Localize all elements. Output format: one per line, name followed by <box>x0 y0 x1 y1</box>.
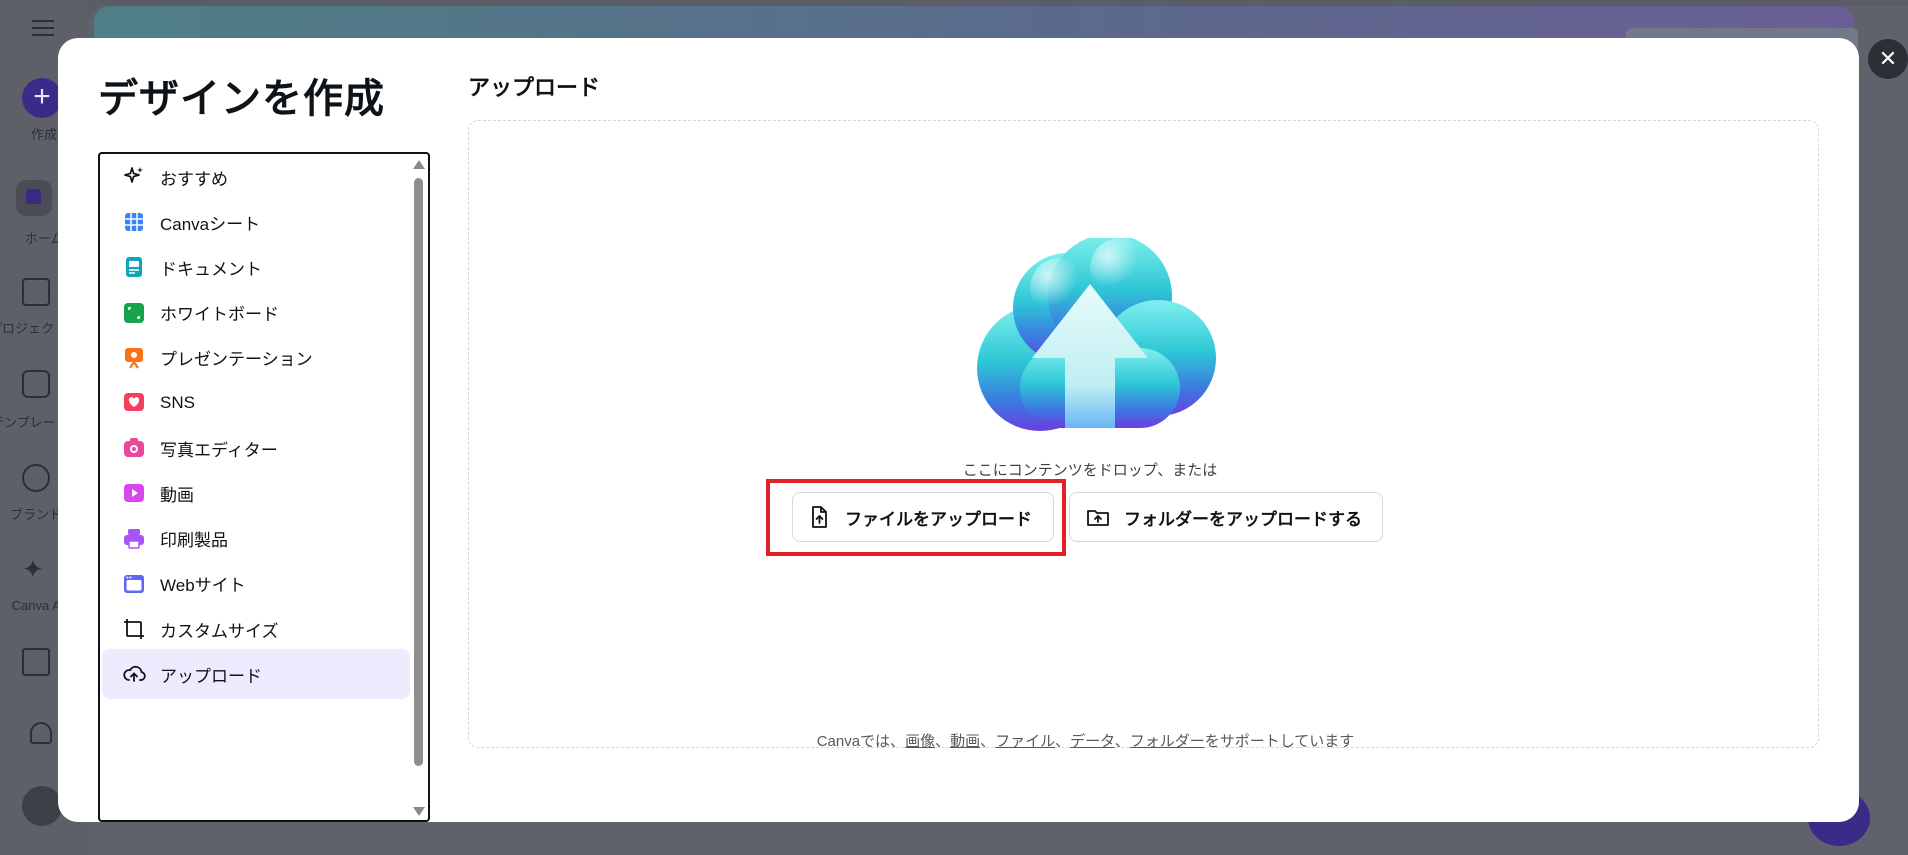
category-label: おすすめ <box>160 169 228 189</box>
category-label: 写真エディター <box>160 440 278 460</box>
category-label: 印刷製品 <box>160 531 228 551</box>
category-list: おすすめ Canvaシート ドキュメント ホワイトボードプレゼンテーション SNS 写真エ… <box>98 152 430 822</box>
category-label: カスタムサイズ <box>160 621 279 641</box>
website-icon <box>122 572 146 596</box>
supported-formats-text: Canvaでは、画像、動画、ファイル、データ、フォルダーをサポートしています <box>410 730 1761 751</box>
drop-hint-text: ここにコンテンツをドロップ、または <box>962 462 1218 479</box>
cloud-upload-illustration <box>977 238 1216 431</box>
document-icon <box>122 255 146 279</box>
category-item-10[interactable]: カスタムサイズ <box>102 604 410 654</box>
category-item-3[interactable]: ホワイトボード <box>102 288 410 338</box>
support-suffix: をサポートしています <box>1204 733 1355 750</box>
upload-file-button[interactable]: ファイルをアップロード <box>792 492 1054 542</box>
modal-title: デザインを作成 <box>98 77 385 121</box>
support-link-data[interactable]: データ <box>1070 733 1115 750</box>
folder-upload-icon <box>1087 510 1109 526</box>
support-separator: 、 <box>1114 733 1130 750</box>
category-item-0[interactable]: おすすめ <box>102 154 410 202</box>
category-label: ドキュメント <box>160 259 262 279</box>
upload-section-title: アップロード <box>468 75 601 100</box>
template-icon[interactable] <box>22 370 50 398</box>
support-link-images[interactable]: 画像 <box>905 733 935 750</box>
bell-icon[interactable] <box>30 722 52 744</box>
presentation-icon <box>122 346 146 370</box>
cloud-upload-icon <box>122 662 146 686</box>
support-prefix: Canvaでは、 <box>816 733 906 750</box>
support-link-folders[interactable]: フォルダー <box>1130 733 1205 750</box>
support-separator: 、 <box>935 733 951 750</box>
sheets-icon <box>122 210 146 234</box>
category-label: 動画 <box>160 485 194 505</box>
avatar[interactable] <box>22 786 62 826</box>
close-modal-button[interactable]: ✕ <box>1868 39 1908 79</box>
upload-folder-button[interactable]: フォルダーをアップロードする <box>1069 492 1383 542</box>
category-label: プレゼンテーション <box>160 350 313 370</box>
file-upload-icon <box>812 506 827 528</box>
home-icon[interactable] <box>16 180 52 216</box>
category-item-5[interactable]: SNS <box>102 378 410 428</box>
category-item-4[interactable]: プレゼンテーション <box>102 333 410 383</box>
category-label: Webサイト <box>160 576 246 596</box>
category-label: アップロード <box>160 666 262 686</box>
scroll-thumb[interactable] <box>414 178 423 766</box>
support-link-video[interactable]: 動画 <box>950 733 980 750</box>
hamburger-menu-icon[interactable] <box>32 20 54 36</box>
category-item-7[interactable]: 動画 <box>102 468 410 518</box>
category-item-11[interactable]: アップロード <box>102 649 410 700</box>
heart-icon <box>122 391 146 415</box>
category-item-2[interactable]: ドキュメント <box>102 242 410 292</box>
sparkle-icon <box>122 165 146 189</box>
upload-folder-label: フォルダーをアップロードする <box>1124 509 1362 529</box>
create-design-modal: デザインを作成 おすすめ Canvaシート ドキュメント ホワイトボードプレゼンテーシ… <box>58 38 1859 822</box>
video-icon <box>122 481 146 505</box>
whiteboard-icon <box>122 301 146 325</box>
support-separator: 、 <box>1055 733 1071 750</box>
brand-icon[interactable] <box>22 464 50 492</box>
support-separator: 、 <box>980 733 996 750</box>
upload-file-label: ファイルをアップロード <box>845 509 1032 529</box>
category-item-8[interactable]: 印刷製品 <box>102 514 410 564</box>
category-label: ホワイトボード <box>160 305 279 325</box>
support-link-files[interactable]: ファイル <box>995 733 1055 750</box>
category-item-6[interactable]: 写真エディター <box>102 423 410 473</box>
apps-icon[interactable] <box>22 648 50 676</box>
folder-icon[interactable] <box>22 278 50 306</box>
category-label: SNS <box>160 393 195 412</box>
printer-icon <box>122 527 146 551</box>
category-item-1[interactable]: Canvaシート <box>102 197 410 247</box>
custom-size-icon <box>122 617 146 641</box>
category-item-9[interactable]: Webサイト <box>102 559 410 609</box>
category-list-scrollbar[interactable] <box>410 156 426 820</box>
camera-icon <box>122 436 146 460</box>
category-label: Canvaシート <box>160 214 261 234</box>
scroll-up-arrow-icon[interactable] <box>413 160 425 169</box>
create-plus-icon[interactable]: + <box>22 78 62 118</box>
scroll-down-arrow-icon[interactable] <box>413 807 425 816</box>
canva-ai-sparkle-icon[interactable]: ✦ <box>22 556 50 584</box>
